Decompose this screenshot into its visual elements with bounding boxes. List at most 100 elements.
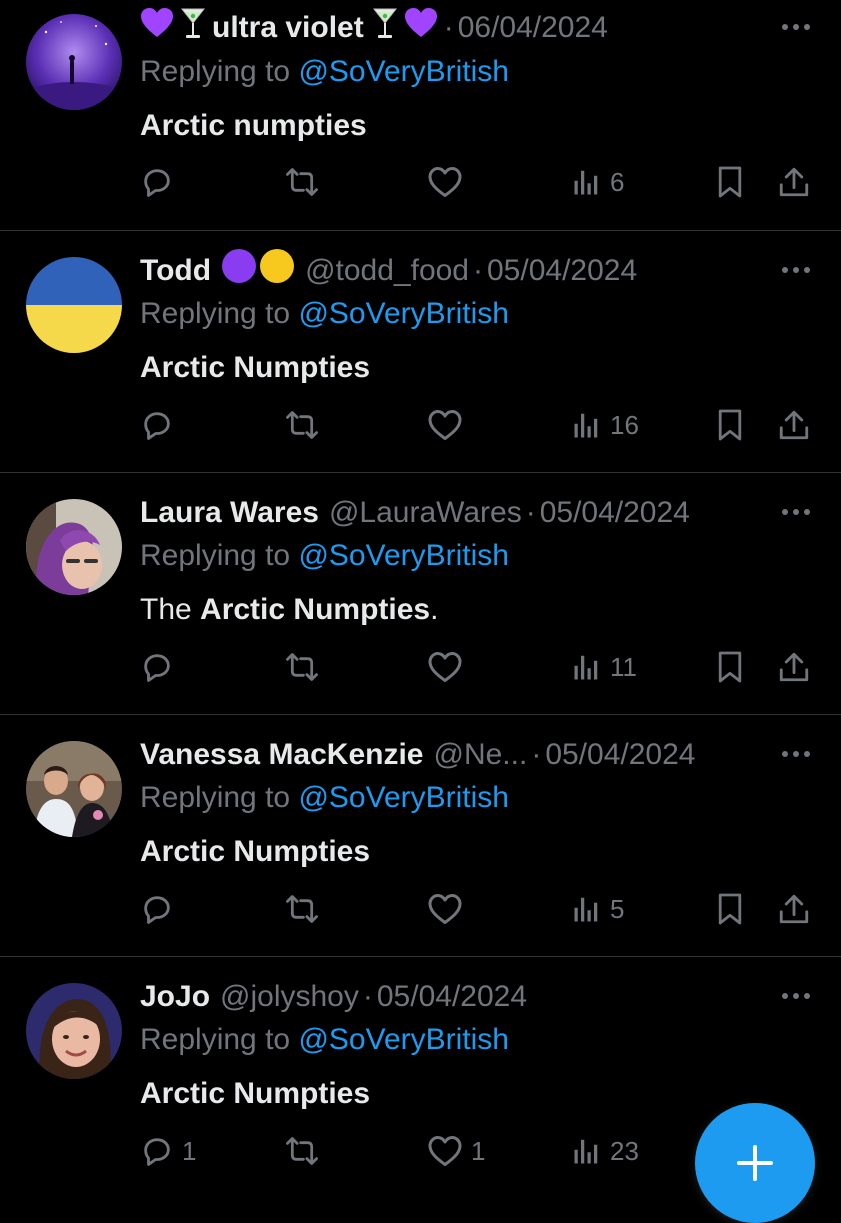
avatar[interactable]: [26, 257, 122, 353]
avatar[interactable]: [26, 14, 122, 110]
like-button[interactable]: [427, 162, 471, 202]
heart-icon: [428, 167, 462, 197]
replying-to-handle[interactable]: @SoVeryBritish: [298, 55, 509, 88]
reply-icon: [144, 169, 170, 197]
tweet-date[interactable]: 05/04/2024: [487, 251, 637, 291]
view-count: 11: [610, 651, 637, 682]
replying-to-handle[interactable]: @SoVeryBritish: [298, 1023, 509, 1056]
views-button[interactable]: 5: [572, 889, 624, 929]
retweet-button[interactable]: [284, 162, 320, 202]
share-button[interactable]: [777, 889, 811, 929]
separator-dot: ·: [531, 738, 542, 771]
replying-to: Replying to @SoVeryBritish: [140, 294, 509, 334]
display-name[interactable]: Vanessa MacKenzie: [140, 735, 424, 775]
reply-icon: [144, 896, 170, 924]
replying-to-handle[interactable]: @SoVeryBritish: [298, 297, 509, 330]
more-dots-icon: [782, 509, 810, 515]
display-name[interactable]: Todd: [140, 251, 211, 291]
user-handle[interactable]: @Ne...: [434, 735, 528, 775]
tweet-header: ultra violet · 06/04/2024: [140, 6, 781, 51]
reply-button[interactable]: [140, 162, 182, 202]
views-button[interactable]: 23: [572, 1131, 639, 1171]
like-button[interactable]: [427, 405, 471, 445]
more-options-button[interactable]: [779, 739, 813, 769]
reply-button[interactable]: [140, 405, 182, 445]
views-button[interactable]: 6: [572, 162, 624, 202]
replying-to-label: Replying to: [140, 55, 291, 88]
plus-icon: [737, 1145, 773, 1181]
views-button[interactable]: 16: [572, 405, 639, 445]
replying-to-handle[interactable]: @SoVeryBritish: [298, 539, 509, 572]
more-options-button[interactable]: [779, 497, 813, 527]
tweet-text-bold: Arctic numpties: [140, 109, 367, 142]
share-icon: [779, 894, 809, 924]
like-button[interactable]: 1: [427, 1131, 485, 1171]
retweet-icon: [286, 168, 318, 196]
share-icon: [779, 652, 809, 682]
tweet-text-bold: Arctic Numpties: [140, 351, 371, 384]
tweet-text: Arctic Numpties: [140, 1074, 370, 1114]
reply-button[interactable]: 1: [140, 1131, 196, 1171]
bookmark-button[interactable]: [716, 647, 744, 687]
reply-icon: [144, 412, 170, 440]
bookmark-button[interactable]: [716, 162, 744, 202]
avatar[interactable]: [26, 499, 122, 595]
retweet-button[interactable]: [284, 1131, 320, 1171]
tweet[interactable]: Laura Wares @LauraWares · 05/04/2024 Rep…: [0, 473, 841, 715]
retweet-button[interactable]: [284, 647, 320, 687]
like-button[interactable]: [427, 647, 471, 687]
retweet-icon: [286, 1137, 318, 1165]
more-options-button[interactable]: [779, 12, 813, 42]
purple-heart-icon: [140, 7, 174, 50]
retweet-button[interactable]: [284, 889, 320, 929]
bookmark-button[interactable]: [716, 889, 744, 929]
replying-to-handle[interactable]: @SoVeryBritish: [298, 781, 509, 814]
share-button[interactable]: [777, 405, 811, 445]
replying-to: Replying to @SoVeryBritish: [140, 1020, 509, 1060]
retweet-icon: [286, 895, 318, 923]
tweet-text: The Arctic Numpties.: [140, 590, 438, 630]
reply-feed: ultra violet · 06/04/2024 Replying to @S…: [0, 0, 841, 1199]
share-button[interactable]: [777, 647, 811, 687]
share-icon: [779, 410, 809, 440]
compose-button[interactable]: [695, 1103, 815, 1223]
tweet-date[interactable]: 05/04/2024: [377, 977, 527, 1017]
heart-icon: [428, 652, 462, 682]
replying-to: Replying to @SoVeryBritish: [140, 536, 509, 576]
user-handle[interactable]: @LauraWares: [329, 493, 522, 533]
display-name[interactable]: Laura Wares: [140, 493, 319, 533]
more-dots-icon: [782, 751, 810, 757]
more-dots-icon: [782, 267, 810, 273]
views-button[interactable]: 11: [572, 647, 637, 687]
avatar[interactable]: [26, 741, 122, 837]
tweet-date[interactable]: 05/04/2024: [540, 493, 690, 533]
heart-icon: [428, 894, 462, 924]
avatar[interactable]: [26, 983, 122, 1079]
user-handle[interactable]: @jolyshoy: [220, 977, 359, 1017]
yellow-circle-icon: [259, 248, 295, 295]
tweet[interactable]: Vanessa MacKenzie @Ne... · 05/04/2024 Re…: [0, 715, 841, 957]
tweet-date[interactable]: 05/04/2024: [545, 735, 695, 775]
cocktail-glass-icon: [372, 6, 398, 51]
more-options-button[interactable]: [779, 981, 813, 1011]
more-options-button[interactable]: [779, 255, 813, 285]
view-count: 23: [610, 1135, 639, 1166]
reply-button[interactable]: [140, 647, 182, 687]
display-name[interactable]: ultra violet: [212, 8, 364, 48]
action-bar: 11: [140, 647, 813, 687]
retweet-icon: [286, 411, 318, 439]
tweet-header: Laura Wares @LauraWares · 05/04/2024: [140, 493, 781, 533]
retweet-button[interactable]: [284, 405, 320, 445]
bookmark-button[interactable]: [716, 405, 744, 445]
share-button[interactable]: [777, 162, 811, 202]
tweet[interactable]: ultra violet · 06/04/2024 Replying to @S…: [0, 0, 841, 231]
user-handle[interactable]: @todd_food: [305, 251, 469, 291]
reply-button[interactable]: [140, 889, 182, 929]
like-count: 1: [471, 1135, 486, 1166]
separator-dot: ·: [362, 980, 373, 1013]
display-name[interactable]: JoJo: [140, 977, 210, 1017]
like-button[interactable]: [427, 889, 471, 929]
tweet[interactable]: Todd @todd_food · 05/04/2024 Replying to…: [0, 231, 841, 473]
tweet-text-bold: Arctic Numpties: [140, 1077, 371, 1110]
tweet-date[interactable]: 06/04/2024: [458, 8, 608, 48]
